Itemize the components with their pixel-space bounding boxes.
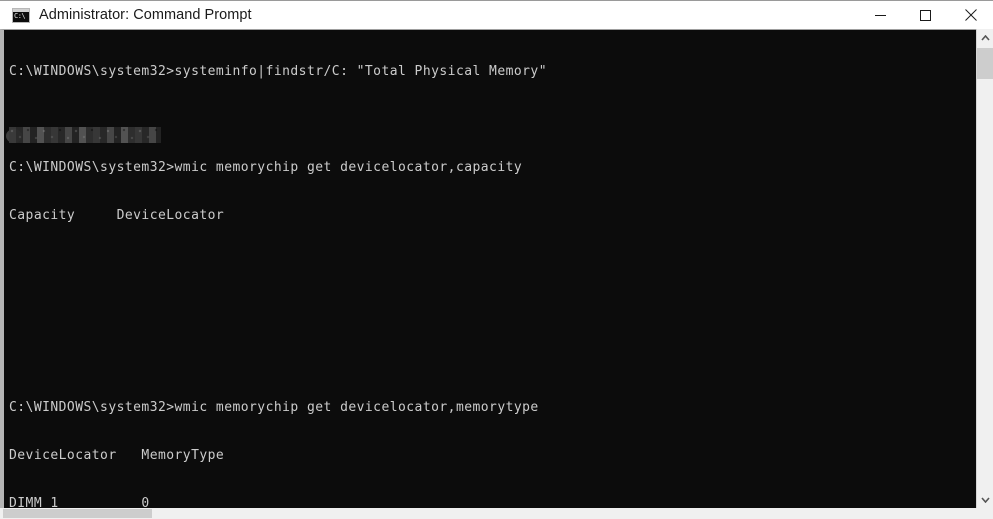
command-prompt-icon: C:\ — [12, 7, 30, 23]
icon-prompt-glyph: C:\ — [14, 11, 26, 20]
scroll-down-button[interactable] — [977, 491, 993, 509]
terminal-line: DeviceLocator MemoryType — [9, 448, 225, 463]
title-bar[interactable]: C:\ Administrator: Command Prompt — [0, 0, 993, 29]
title-bar-left: C:\ Administrator: Command Prompt — [0, 1, 858, 29]
vertical-scrollbar[interactable] — [976, 29, 993, 519]
terminal-text: C:\WINDOWS\system32>systeminfo|findstr/C… — [9, 32, 547, 509]
terminal-line: C:\WINDOWS\system32>wmic memorychip get … — [9, 160, 523, 175]
console-surface[interactable]: C:\WINDOWS\system32>systeminfo|findstr/C… — [0, 29, 976, 509]
horizontal-scrollbar[interactable] — [0, 508, 993, 519]
window-controls — [858, 1, 993, 30]
maximize-button[interactable] — [903, 1, 948, 30]
console-client-area: C:\WINDOWS\system32>systeminfo|findstr/C… — [0, 29, 993, 519]
close-button[interactable] — [948, 1, 993, 30]
minimize-icon — [875, 14, 886, 16]
terminal-line: C:\WINDOWS\system32>systeminfo|findstr/C… — [9, 64, 547, 79]
terminal-screen[interactable]: C:\WINDOWS\system32>systeminfo|findstr/C… — [4, 30, 976, 509]
command-prompt-window: C:\ Administrator: Command Prompt C:\WIN… — [0, 0, 993, 519]
minimize-button[interactable] — [858, 1, 903, 30]
terminal-line: C:\WINDOWS\system32>wmic memorychip get … — [9, 400, 539, 415]
horizontal-scroll-thumb[interactable] — [3, 509, 152, 518]
vertical-scroll-thumb[interactable] — [977, 48, 993, 79]
terminal-line-redacted — [9, 256, 547, 272]
scrollbar-corner — [976, 508, 993, 519]
maximize-icon — [920, 9, 931, 21]
window-title: Administrator: Command Prompt — [39, 7, 252, 23]
terminal-line: Capacity DeviceLocator — [9, 208, 225, 223]
chevron-up-icon — [980, 35, 990, 41]
close-icon — [964, 9, 977, 21]
redacted-output-block — [9, 127, 161, 143]
chevron-down-icon — [980, 497, 990, 503]
scroll-up-button[interactable] — [977, 29, 993, 47]
